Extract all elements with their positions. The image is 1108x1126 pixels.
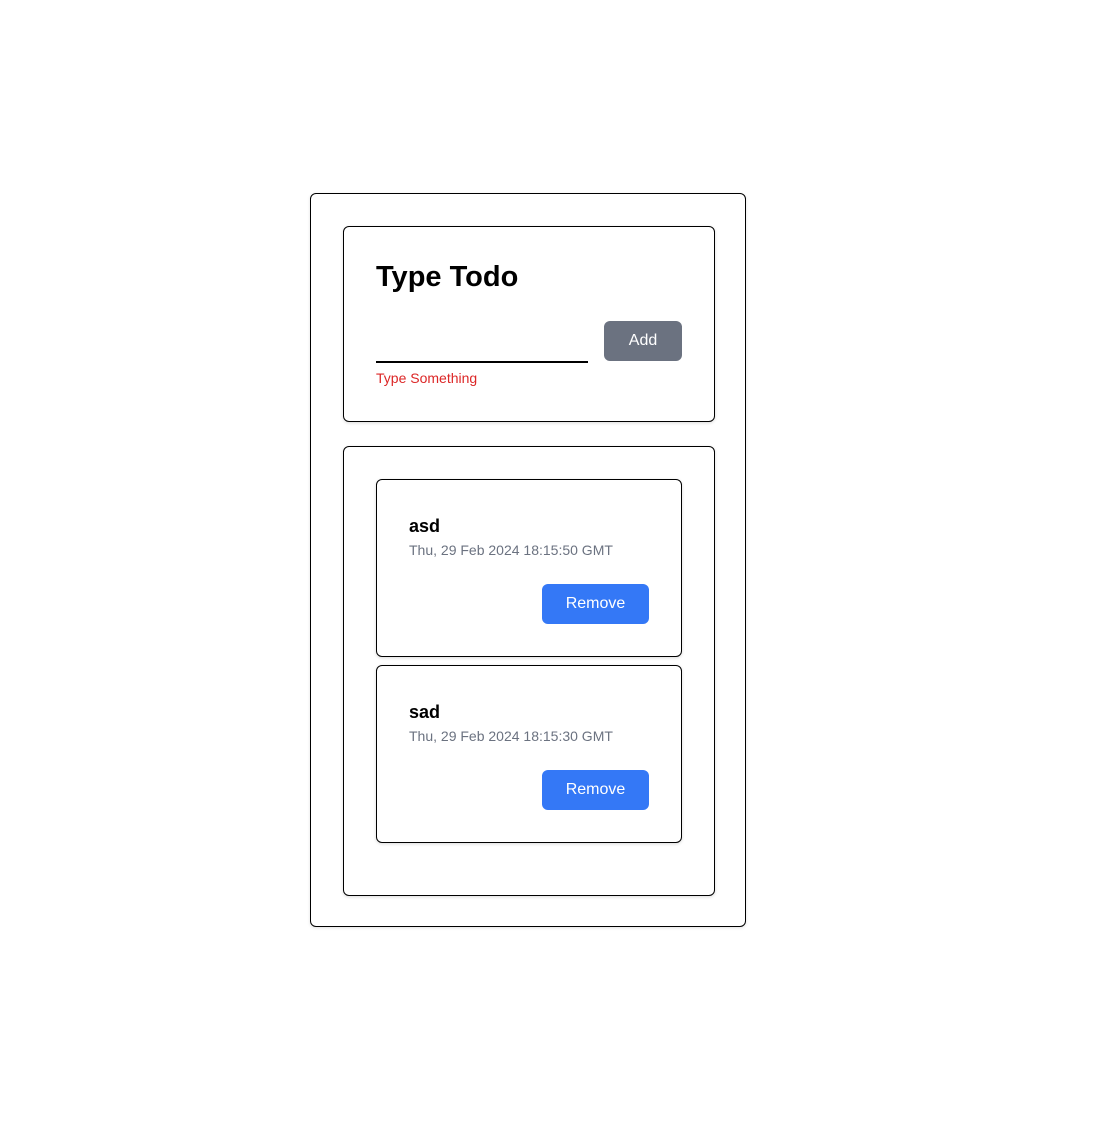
add-button[interactable]: Add [604, 321, 682, 361]
todo-item: asd Thu, 29 Feb 2024 18:15:50 GMT Remove [376, 479, 682, 657]
validation-error: Type Something [376, 370, 478, 386]
todo-form-card: Type Todo Type Something Add [343, 226, 715, 422]
form-title: Type Todo [376, 261, 519, 293]
todo-title: sad [409, 702, 441, 722]
todo-list-card: asd Thu, 29 Feb 2024 18:15:50 GMT Remove… [343, 446, 715, 896]
app-container: Type Todo Type Something Add asd Thu, 29… [310, 193, 746, 927]
todo-item: sad Thu, 29 Feb 2024 18:15:30 GMT Remove [376, 665, 682, 843]
todo-title: asd [409, 516, 441, 536]
todo-input[interactable] [376, 327, 588, 363]
remove-button[interactable]: Remove [542, 770, 649, 810]
todo-date: Thu, 29 Feb 2024 18:15:50 GMT [409, 542, 613, 558]
todo-date: Thu, 29 Feb 2024 18:15:30 GMT [409, 728, 613, 744]
remove-button[interactable]: Remove [542, 584, 649, 624]
